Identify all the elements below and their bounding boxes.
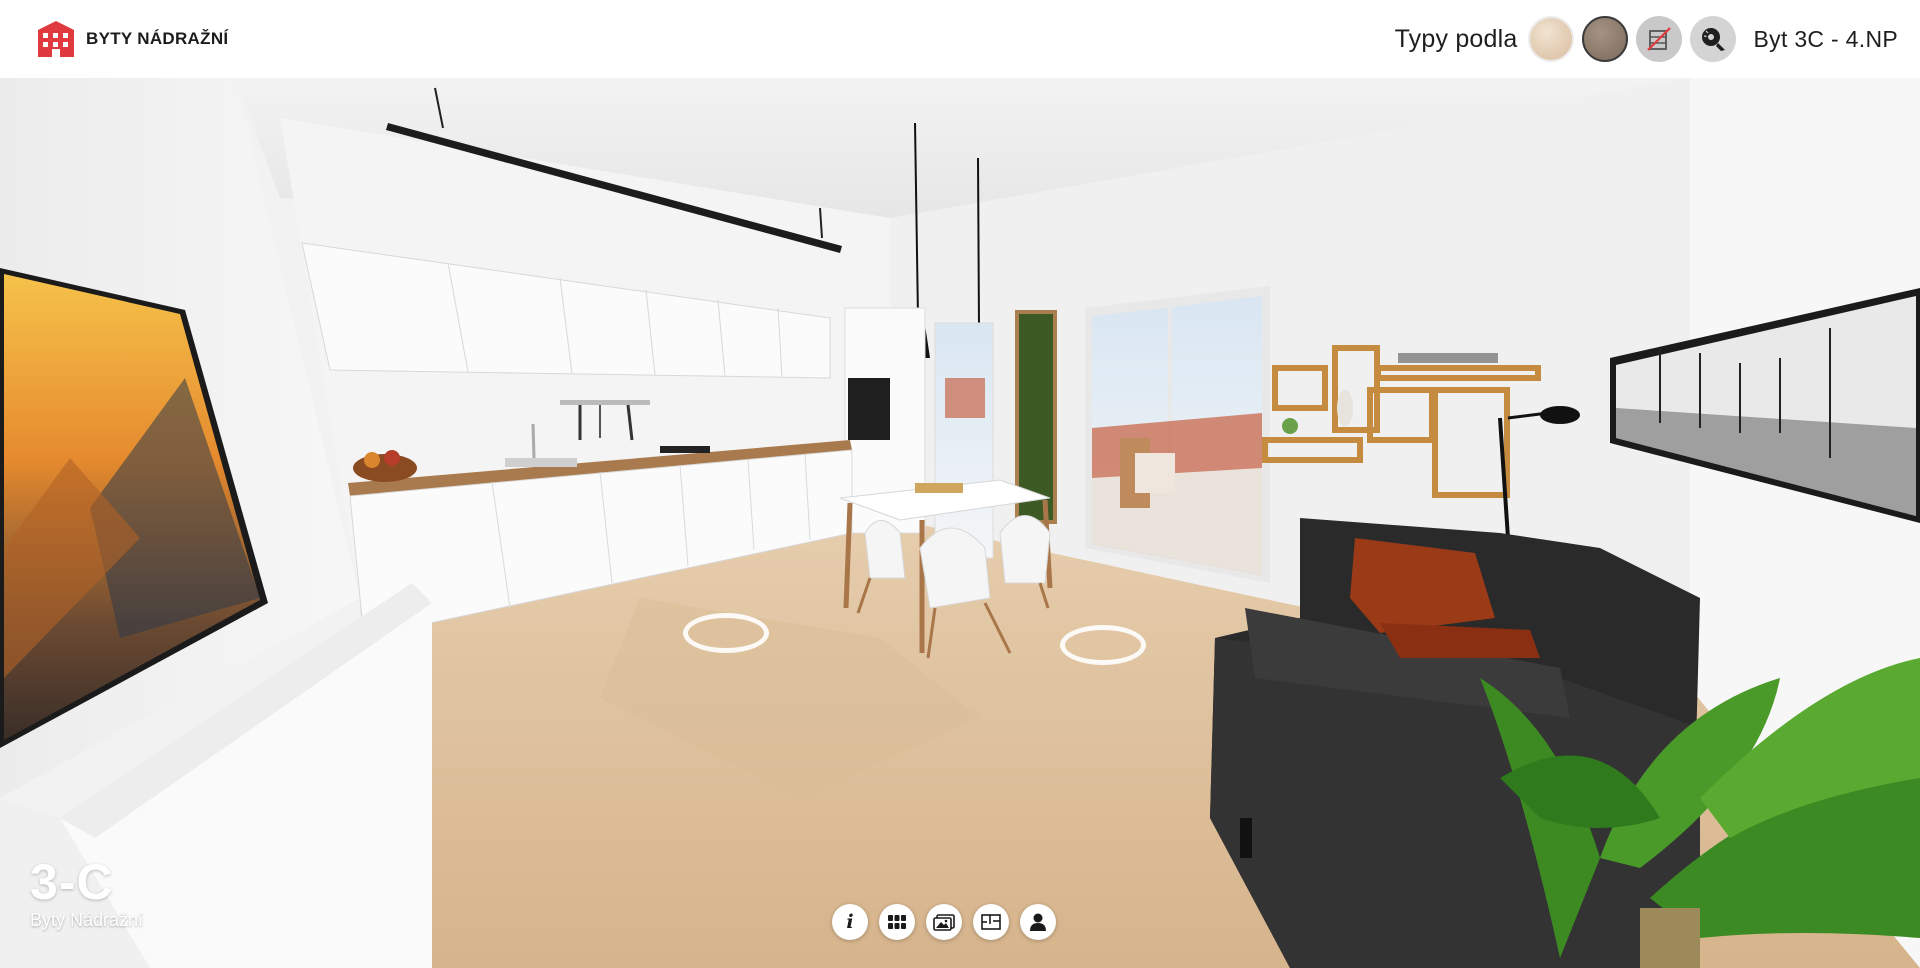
navigation-hotspot-right[interactable]	[1060, 625, 1146, 665]
brand-logo[interactable]: BYTY NÁDRAŽNÍ	[34, 18, 228, 60]
unit-info: 3-C Byty Nádražní	[30, 854, 144, 931]
tape-measure-icon	[1701, 28, 1725, 51]
contact-button[interactable]	[1020, 904, 1056, 940]
gallery-button[interactable]	[926, 904, 962, 940]
panorama-view[interactable]	[0, 78, 1920, 968]
unit-code: 3-C	[30, 854, 114, 910]
furniture-off-icon	[1646, 27, 1671, 51]
info-button[interactable]: i	[832, 904, 868, 940]
brand-name: BYTY NÁDRAŽNÍ	[86, 29, 229, 48]
furniture-toggle-button[interactable]	[1635, 16, 1682, 62]
grid-button[interactable]	[879, 904, 915, 940]
building-logo-icon	[34, 18, 78, 60]
navigation-hotspot-left[interactable]	[683, 613, 769, 653]
dark-finish-swatch[interactable]	[1581, 16, 1628, 62]
header-controls: Typy podla Byt 3C - 4.NP	[1395, 16, 1898, 62]
top-bar: BYTY NÁDRAŽNÍ Typy podla Byt 3C - 4.NP	[0, 0, 1920, 78]
person-icon	[1030, 913, 1046, 931]
bottom-toolbar: i	[832, 904, 1056, 940]
light-finish-swatch[interactable]	[1527, 16, 1574, 62]
info-icon: i	[846, 911, 854, 933]
floorplan-icon	[981, 914, 1001, 930]
unit-subtitle: Byty Nádražní	[30, 910, 144, 930]
floorplan-button[interactable]	[973, 904, 1009, 940]
types-label: Typy podla	[1394, 24, 1518, 53]
measure-toggle-button[interactable]	[1689, 16, 1736, 62]
unit-label: Byt 3C - 4.NP	[1753, 25, 1898, 52]
gallery-icon	[933, 913, 955, 931]
grid-icon	[888, 915, 906, 929]
